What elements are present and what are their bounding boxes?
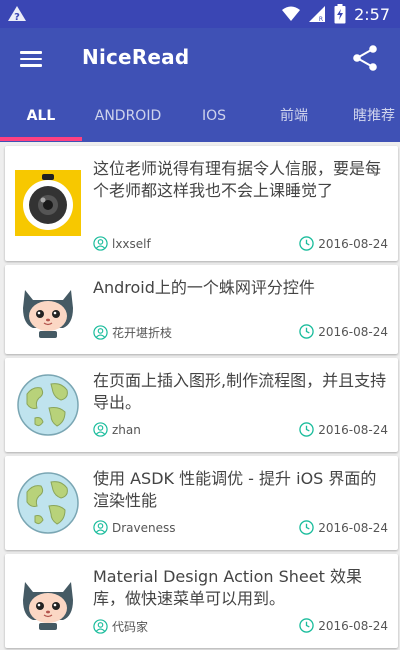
globe-icon [17,374,79,436]
article-author: lxxself [93,236,151,251]
article-author: Draveness [93,520,176,535]
article-author: 花开堪折枝 [93,324,172,341]
article-meta: lxxself 2016-08-24 [93,236,388,254]
tab-all[interactable]: ALL [0,90,82,142]
app-bar: NiceRead [0,28,400,90]
user-icon [93,520,108,535]
article-author: zhan [93,422,141,437]
clock-icon [299,324,314,339]
tab-ios[interactable]: IOS [174,90,254,142]
user-icon [93,619,108,634]
svg-text:?: ? [14,12,20,23]
article-title: 在页面上插入图形,制作流程图，并且支持导出。 [93,371,387,412]
article-title: Android上的一个蛛网评分控件 [93,278,315,297]
hamburger-icon [20,51,42,54]
svg-text:R: R [319,16,323,23]
clock-icon [299,618,314,633]
signal-icon: R [309,6,326,23]
tab-recommend[interactable]: 瞎推荐 [334,90,400,142]
battery-icon [334,4,346,24]
article-date: 2016-08-24 [299,236,388,251]
article-meta: 代码家 2016-08-24 [93,618,388,636]
article-date: 2016-08-24 [299,324,388,339]
article-date: 2016-08-24 [299,422,388,437]
user-icon [93,325,108,340]
user-icon [93,422,108,437]
tab-bar: ALL ANDROID IOS 前端 瞎推荐 [0,90,400,142]
article-date: 2016-08-24 [299,520,388,535]
article-card[interactable]: Android上的一个蛛网评分控件 花开堪折枝 2016-08-24 [5,265,398,354]
menu-button[interactable] [20,48,46,70]
app-title: NiceRead [82,45,190,69]
octocat-icon [23,582,73,630]
article-card[interactable]: 这位老师说得有理有据令人信服，要是每个老师都这样我也不会上课睡觉了 lxxsel… [5,146,398,261]
status-time: 2:57 [354,4,390,24]
notification-icon: ? [8,6,26,23]
tab-android[interactable]: ANDROID [82,90,174,142]
wifi-icon [282,6,301,21]
tab-indicator [0,137,82,141]
clock-icon [299,236,314,251]
globe-icon [17,472,79,534]
user-icon [93,236,108,251]
article-author: 代码家 [93,618,148,635]
clock-icon [299,520,314,535]
article-card[interactable]: Material Design Action Sheet 效果库，做快速菜单可以… [5,554,398,648]
article-title: 这位老师说得有理有据令人信服，要是每个老师都这样我也不会上课睡觉了 [93,159,382,200]
article-card[interactable]: 使用 ASDK 性能调优 - 提升 iOS 界面的渲染性能 Draveness … [5,456,398,550]
article-date: 2016-08-24 [299,618,388,633]
article-title: Material Design Action Sheet 效果库，做快速菜单可以… [93,567,362,608]
article-card[interactable]: 在页面上插入图形,制作流程图，并且支持导出。 zhan 2016-08-24 [5,358,398,452]
clock-icon [299,422,314,437]
article-title: 使用 ASDK 性能调优 - 提升 iOS 界面的渲染性能 [93,469,377,510]
share-icon[interactable] [350,43,380,73]
camera-lens-icon [15,170,81,236]
tab-frontend[interactable]: 前端 [254,90,334,142]
article-meta: 花开堪折枝 2016-08-24 [93,324,388,342]
octocat-icon [23,290,73,338]
article-meta: Draveness 2016-08-24 [93,520,388,538]
status-bar: ? R 2:57 [0,0,400,28]
article-meta: zhan 2016-08-24 [93,422,388,440]
